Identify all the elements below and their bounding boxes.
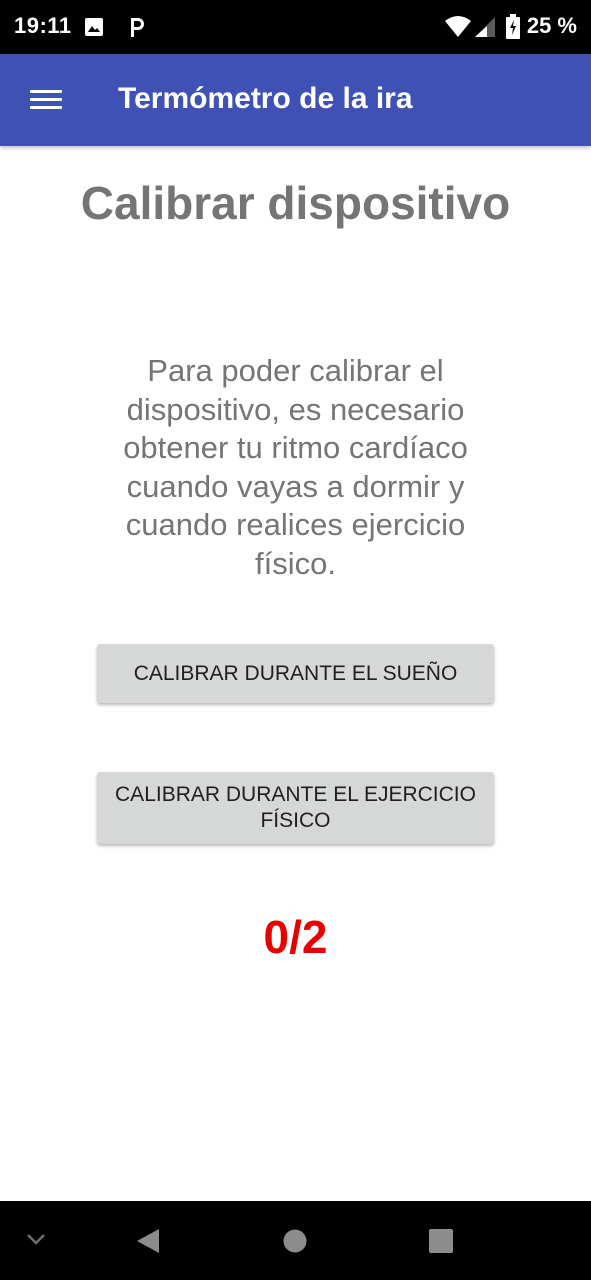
- wifi-icon: [445, 16, 471, 37]
- signal-icon: [475, 17, 495, 37]
- app-bar: Termómetro de la ira: [0, 54, 591, 146]
- calibration-progress: 0/2: [263, 911, 328, 963]
- calibrate-exercise-button[interactable]: CALIBRAR DURANTE EL EJERCICIO FÍSICO: [97, 772, 494, 844]
- page-title: Calibrar dispositivo: [80, 177, 511, 229]
- status-bar: 19:11 25 %: [0, 0, 591, 54]
- battery-percentage: 25 %: [526, 13, 577, 38]
- parking-icon: [131, 18, 144, 37]
- hamburger-icon-line: [30, 98, 62, 101]
- chevron-down-icon[interactable]: [24, 1231, 48, 1247]
- navigation-bar: [0, 1201, 591, 1280]
- home-icon[interactable]: [282, 1228, 308, 1254]
- description-text: Para poder calibrar el dispositivo, es n…: [123, 353, 468, 581]
- battery-icon: [506, 14, 520, 39]
- screen: 19:11 25 % Termómetro de la ira Calibrar…: [0, 0, 591, 1280]
- hamburger-icon: [30, 90, 62, 93]
- app-title: Termómetro de la ira: [118, 82, 413, 115]
- menu-button[interactable]: [22, 78, 70, 122]
- hamburger-icon-line: [30, 106, 62, 109]
- image-icon: [85, 18, 103, 36]
- calibrate-sleep-button[interactable]: CALIBRAR DURANTE EL SUEÑO: [97, 644, 494, 703]
- back-icon[interactable]: [134, 1226, 162, 1256]
- status-time: 19:11: [14, 13, 72, 38]
- recents-icon[interactable]: [428, 1228, 454, 1254]
